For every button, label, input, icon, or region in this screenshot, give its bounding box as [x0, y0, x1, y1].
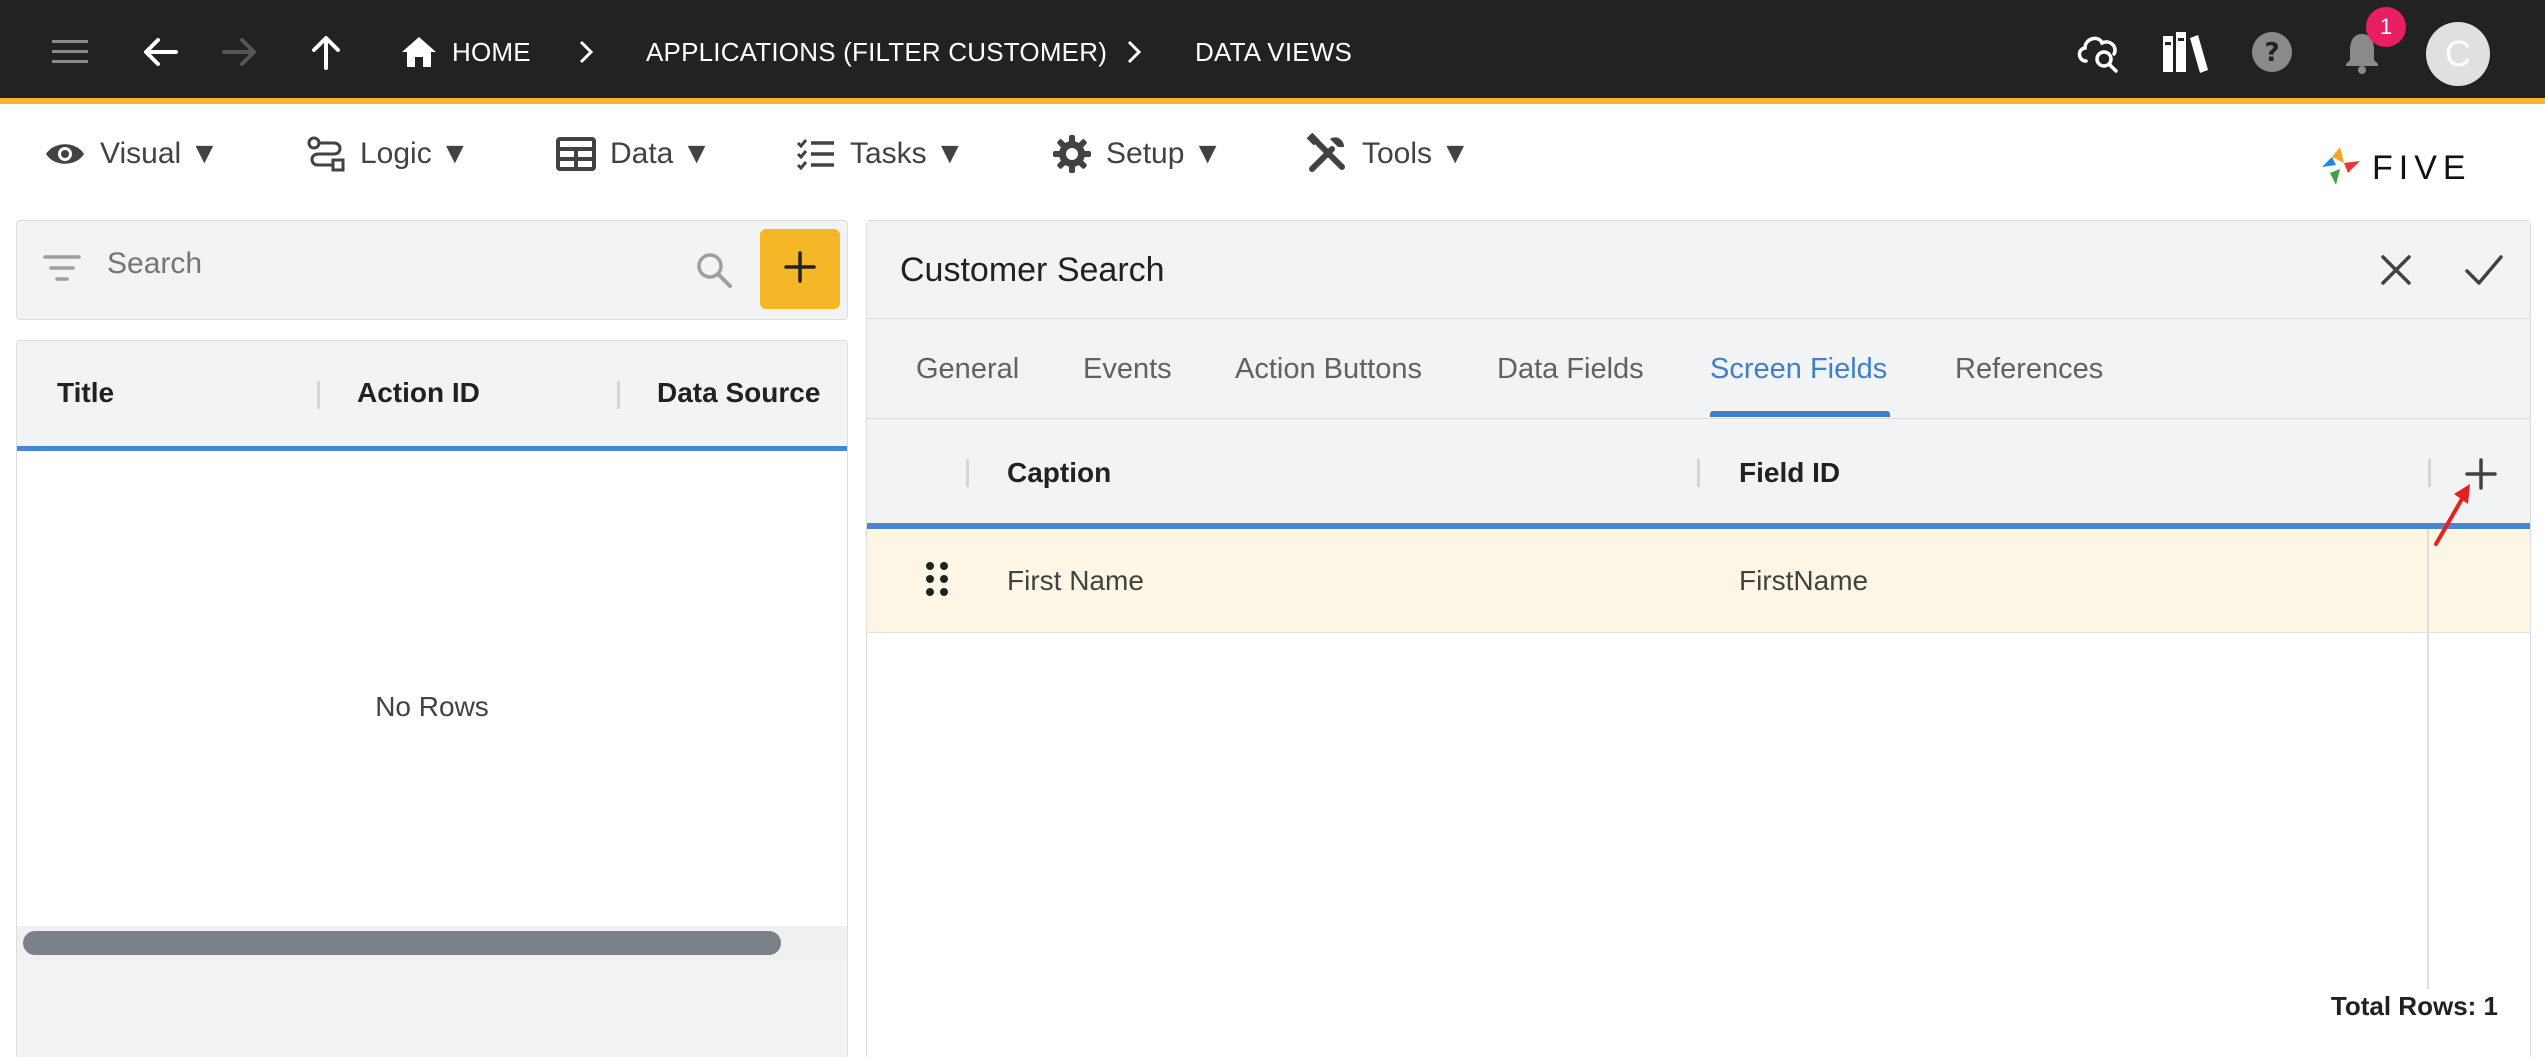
detail-panel-header: Customer Search: [867, 221, 2530, 319]
column-separator[interactable]: [317, 381, 320, 409]
tab-events[interactable]: Events: [1083, 353, 1172, 386]
forward-arrow-icon[interactable]: [220, 0, 260, 104]
breadcrumb-applications-label: APPLICATIONS (FILTER CUSTOMER): [646, 36, 1108, 67]
empty-state-text: No Rows: [375, 691, 489, 722]
top-bar: HOME APPLICATIONS (FILTER CUSTOMER) DATA…: [0, 0, 2545, 104]
help-icon[interactable]: ?: [2250, 0, 2294, 104]
active-tab-indicator: [1710, 411, 1890, 417]
five-logo-icon: [2318, 143, 2364, 194]
menu-tools[interactable]: Tools ▼: [1306, 124, 1470, 184]
column-header-title[interactable]: Title: [57, 377, 114, 409]
column-header-data-source[interactable]: Data Source: [657, 377, 820, 409]
column-header-field-id[interactable]: Field ID: [1739, 457, 1840, 489]
column-divider: [2427, 529, 2429, 989]
left-grid-header: Title Action ID Data Source: [17, 341, 847, 451]
total-rows-count: Total Rows: 1: [2330, 991, 2498, 1021]
gear-icon: [1052, 134, 1092, 174]
library-books-icon[interactable]: [2160, 0, 2210, 104]
menu-tasks[interactable]: Tasks ▼: [796, 124, 965, 184]
search-input[interactable]: [107, 247, 687, 281]
eye-icon: [44, 139, 86, 169]
annotation-arrow-icon: [2428, 482, 2478, 553]
screen-fields-header: Caption Field ID: [867, 419, 2530, 529]
avatar[interactable]: C: [2426, 22, 2490, 86]
cell-field-id: FirstName: [1739, 565, 1869, 596]
column-separator[interactable]: [966, 459, 969, 487]
menu-visual-label: Visual ▼: [100, 137, 220, 170]
column-header-caption[interactable]: Caption: [1007, 457, 1111, 489]
tab-general[interactable]: General: [916, 353, 1019, 386]
chevron-right-icon: [576, 0, 596, 104]
menu-tasks-label: Tasks ▼: [850, 137, 965, 170]
menu-logic[interactable]: Logic ▼: [306, 124, 470, 184]
menu-data-label: Data ▼: [610, 137, 712, 170]
page-title: Customer Search: [900, 251, 1165, 289]
breadcrumb-data-views-label: DATA VIEWS: [1195, 36, 1353, 67]
left-data-grid: Title Action ID Data Source No Rows: [16, 340, 848, 1057]
five-logo: FIVE: [2318, 138, 2472, 198]
drag-handle-icon[interactable]: [925, 561, 949, 602]
home-icon: [400, 34, 438, 70]
menu-visual[interactable]: Visual ▼: [44, 124, 219, 184]
chevron-right-icon: [1124, 0, 1144, 104]
cloud-search-icon[interactable]: [2074, 0, 2124, 104]
left-search-bar: [16, 220, 848, 320]
plus-icon: [782, 249, 818, 290]
menu-setup[interactable]: Setup ▼: [1052, 124, 1222, 184]
menu-data[interactable]: Data ▼: [556, 124, 711, 184]
tab-screen-fields[interactable]: Screen Fields: [1710, 353, 1887, 386]
up-arrow-icon[interactable]: [306, 0, 346, 104]
add-button[interactable]: [760, 229, 840, 309]
column-separator[interactable]: [1697, 459, 1700, 487]
breadcrumb-data-views[interactable]: DATA VIEWS: [1195, 0, 1352, 104]
search-icon[interactable]: [695, 251, 733, 294]
scrollbar-thumb[interactable]: [23, 931, 781, 955]
breadcrumb-applications[interactable]: APPLICATIONS (FILTER CUSTOMER): [646, 0, 1107, 104]
tab-bar: General Events Action Buttons Data Field…: [867, 319, 2530, 419]
close-icon[interactable]: [2377, 251, 2415, 294]
checkmark-icon[interactable]: [2463, 249, 2505, 294]
table-row[interactable]: First Name FirstName: [867, 529, 2530, 633]
hamburger-menu-icon[interactable]: [50, 0, 90, 104]
column-separator[interactable]: [617, 381, 620, 409]
table-icon: [556, 137, 596, 171]
cell-caption: First Name: [1007, 565, 1144, 596]
back-arrow-icon[interactable]: [140, 0, 180, 104]
left-grid-body: No Rows: [17, 451, 847, 926]
five-logo-text: FIVE: [2372, 148, 2472, 187]
filter-icon[interactable]: [43, 253, 81, 288]
menu-logic-label: Logic ▼: [360, 137, 470, 170]
menu-bar: Visual ▼ Logic ▼ Data ▼ Tasks ▼ Setup ▼ …: [0, 110, 2545, 222]
tab-action-buttons[interactable]: Action Buttons: [1235, 353, 1422, 386]
horizontal-scrollbar[interactable]: [17, 926, 847, 960]
tab-data-fields[interactable]: Data Fields: [1497, 353, 1644, 386]
tab-references[interactable]: References: [1955, 353, 2103, 386]
tasks-icon: [796, 137, 836, 171]
tools-icon: [1306, 133, 1348, 175]
logic-icon: [306, 135, 346, 173]
svg-text:?: ?: [2264, 38, 2279, 68]
breadcrumb-home-label: HOME: [452, 36, 531, 67]
notification-badge: 1: [2366, 7, 2406, 47]
breadcrumb-home[interactable]: HOME: [400, 0, 531, 104]
column-header-action-id[interactable]: Action ID: [357, 377, 480, 409]
menu-setup-label: Setup ▼: [1106, 137, 1223, 170]
detail-panel: Customer Search General Events Action Bu…: [866, 220, 2531, 1057]
menu-tools-label: Tools ▼: [1362, 137, 1471, 170]
